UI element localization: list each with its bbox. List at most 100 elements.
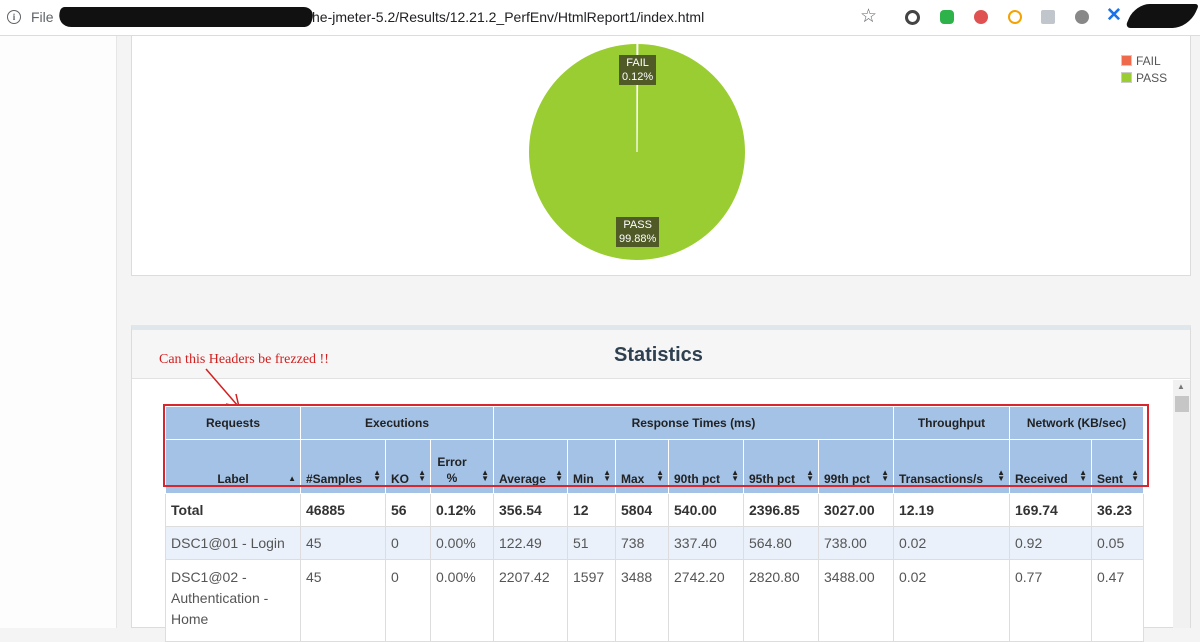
extension-reader-icon[interactable] xyxy=(1041,10,1055,24)
pie-label-pass-pct: 99.88% xyxy=(619,233,657,245)
table-cell: 0.92 xyxy=(1009,526,1092,560)
sort-icon[interactable]: ▲ ▼ xyxy=(997,469,1005,483)
table-cell: 12.19 xyxy=(893,493,1010,527)
group-header-response-times: Response Times (ms) xyxy=(493,406,894,440)
column-header-90th-pct[interactable]: 90th pct ▲ ▼ xyxy=(668,439,744,494)
column-header-label: KO xyxy=(391,472,409,486)
table-cell: Total xyxy=(165,493,301,527)
sort-ascending-icon[interactable]: ▲ xyxy=(288,475,296,483)
table-scrollbar[interactable] xyxy=(1173,380,1190,628)
bookmark-star-icon[interactable]: ☆ xyxy=(860,5,877,28)
table-cell: 0 xyxy=(385,526,431,560)
table-cell: 36.23 xyxy=(1091,493,1144,527)
column-header-ko[interactable]: KO ▲ ▼ xyxy=(385,439,431,494)
legend-label-pass: PASS xyxy=(1136,70,1168,85)
column-header-transactions-s[interactable]: Transactions/s ▲ ▼ xyxy=(893,439,1010,494)
column-header-label: Max xyxy=(621,472,645,486)
table-cell: 0.05 xyxy=(1091,526,1144,560)
table-cell: 45 xyxy=(300,526,386,560)
table-cell: 0.47 xyxy=(1091,559,1144,642)
legend-swatch-pass xyxy=(1121,72,1132,83)
table-cell: 2742.20 xyxy=(668,559,744,642)
table-cell: 3027.00 xyxy=(818,493,894,527)
table-cell: 0.12% xyxy=(430,493,494,527)
column-header-received[interactable]: Received ▲ ▼ xyxy=(1009,439,1092,494)
table-cell: DSC1@01 - Login xyxy=(165,526,301,560)
statistics-title[interactable]: Statistics xyxy=(614,344,703,367)
column-header-99th-pct[interactable]: 99th pct ▲ ▼ xyxy=(818,439,894,494)
sort-icon[interactable]: ▲ ▼ xyxy=(881,469,889,483)
column-header-label: Error % xyxy=(437,455,467,485)
table-cell: 0.02 xyxy=(893,559,1010,642)
legend-item-pass[interactable]: PASS xyxy=(1121,69,1167,86)
column-header-average[interactable]: Average ▲ ▼ xyxy=(493,439,568,494)
column-header-label: #Samples xyxy=(306,472,363,486)
table-cell: 0.77 xyxy=(1009,559,1092,642)
column-header-sent[interactable]: Sent ▲ ▼ xyxy=(1091,439,1144,494)
table-cell: 738 xyxy=(615,526,669,560)
scroll-up-arrow-icon[interactable]: ▲ xyxy=(1177,382,1185,391)
column-header-95th-pct[interactable]: 95th pct ▲ ▼ xyxy=(743,439,819,494)
table-cell: 356.54 xyxy=(493,493,568,527)
column-header-label[interactable]: Label ▲ xyxy=(165,439,301,494)
table-cell: 122.49 xyxy=(493,526,568,560)
column-header-label: 95th pct xyxy=(749,472,796,486)
table-cell: 2820.80 xyxy=(743,559,819,642)
sort-icon[interactable]: ▲ ▼ xyxy=(806,469,814,483)
pie-label-fail-name: FAIL xyxy=(626,57,649,69)
info-icon[interactable]: i xyxy=(7,10,21,24)
extension-chat-icon[interactable] xyxy=(1075,10,1089,24)
pie-label-pass: PASS 99.88% xyxy=(616,217,660,247)
pie-legend: FAIL PASS xyxy=(1121,52,1167,86)
extension-tools-icon[interactable]: ✕ xyxy=(1106,4,1122,27)
table-cell: 3488.00 xyxy=(818,559,894,642)
table-row: DSC1@02 - Authentication - Home 45 0 0.00% 2… xyxy=(165,559,1144,642)
legend-swatch-fail xyxy=(1121,55,1132,66)
legend-label-fail: FAIL xyxy=(1136,53,1161,68)
table-row-total: Total 46885 56 0.12% 356.54 12 5804 540.00 2396.… xyxy=(165,493,1144,527)
sort-icon[interactable]: ▲ ▼ xyxy=(418,469,426,483)
extension-ring-icon[interactable] xyxy=(905,10,920,25)
column-header-label: Min xyxy=(573,472,594,486)
table-cell: 0.00% xyxy=(430,526,494,560)
table-cell: 0 xyxy=(385,559,431,642)
address-bar[interactable]: i File he-jmeter-5.2/Results/12.21.2_Per… xyxy=(0,0,1200,36)
sort-icon[interactable]: ▲ ▼ xyxy=(603,469,611,483)
sort-icon[interactable]: ▲ ▼ xyxy=(481,469,489,483)
column-header-samples[interactable]: #Samples ▲ ▼ xyxy=(300,439,386,494)
group-header-throughput: Throughput xyxy=(893,406,1010,440)
left-sidebar xyxy=(0,36,117,628)
column-header-max[interactable]: Max ▲ ▼ xyxy=(615,439,669,494)
group-header-row: Requests Executions Response Times (ms) … xyxy=(165,406,1144,440)
table-cell: 51 xyxy=(567,526,616,560)
column-header-label: Sent xyxy=(1097,472,1124,486)
legend-item-fail[interactable]: FAIL xyxy=(1121,52,1167,69)
sort-icon[interactable]: ▲ ▼ xyxy=(373,469,381,483)
table-cell: 56 xyxy=(385,493,431,527)
evernote-icon[interactable] xyxy=(940,10,954,24)
column-header-label: 99th pct xyxy=(824,472,871,486)
column-header-error[interactable]: Error % ▲ ▼ xyxy=(430,439,494,494)
column-header-row: Label ▲ #Samples ▲ ▼ KO ▲ ▼ Error % ▲ ▼ Average ▲ ▼ Mi… xyxy=(165,439,1144,494)
table-cell: 5804 xyxy=(615,493,669,527)
sort-icon[interactable]: ▲ ▼ xyxy=(731,469,739,483)
column-header-label: Received xyxy=(1015,472,1068,486)
url-text[interactable]: he-jmeter-5.2/Results/12.21.2_PerfEnv/Ht… xyxy=(312,9,704,25)
group-header-executions: Executions xyxy=(300,406,494,440)
extension-compass-icon[interactable] xyxy=(1008,10,1022,24)
sort-icon[interactable]: ▲ ▼ xyxy=(1079,469,1087,483)
sort-icon[interactable]: ▲ ▼ xyxy=(555,469,563,483)
pie-label-pass-name: PASS xyxy=(623,219,652,231)
sort-icon[interactable]: ▲ ▼ xyxy=(1131,469,1139,483)
column-header-min[interactable]: Min ▲ ▼ xyxy=(567,439,616,494)
table-cell: 1597 xyxy=(567,559,616,642)
redacted-profile-area xyxy=(1124,4,1200,28)
scrollbar-thumb[interactable] xyxy=(1175,396,1189,412)
extension-red-icon[interactable] xyxy=(974,10,988,24)
sort-icon[interactable]: ▲ ▼ xyxy=(656,469,664,483)
table-cell: 3488 xyxy=(615,559,669,642)
table-cell: 0.02 xyxy=(893,526,1010,560)
table-cell: 2207.42 xyxy=(493,559,568,642)
column-header-label: Label xyxy=(217,472,249,486)
table-cell: 46885 xyxy=(300,493,386,527)
